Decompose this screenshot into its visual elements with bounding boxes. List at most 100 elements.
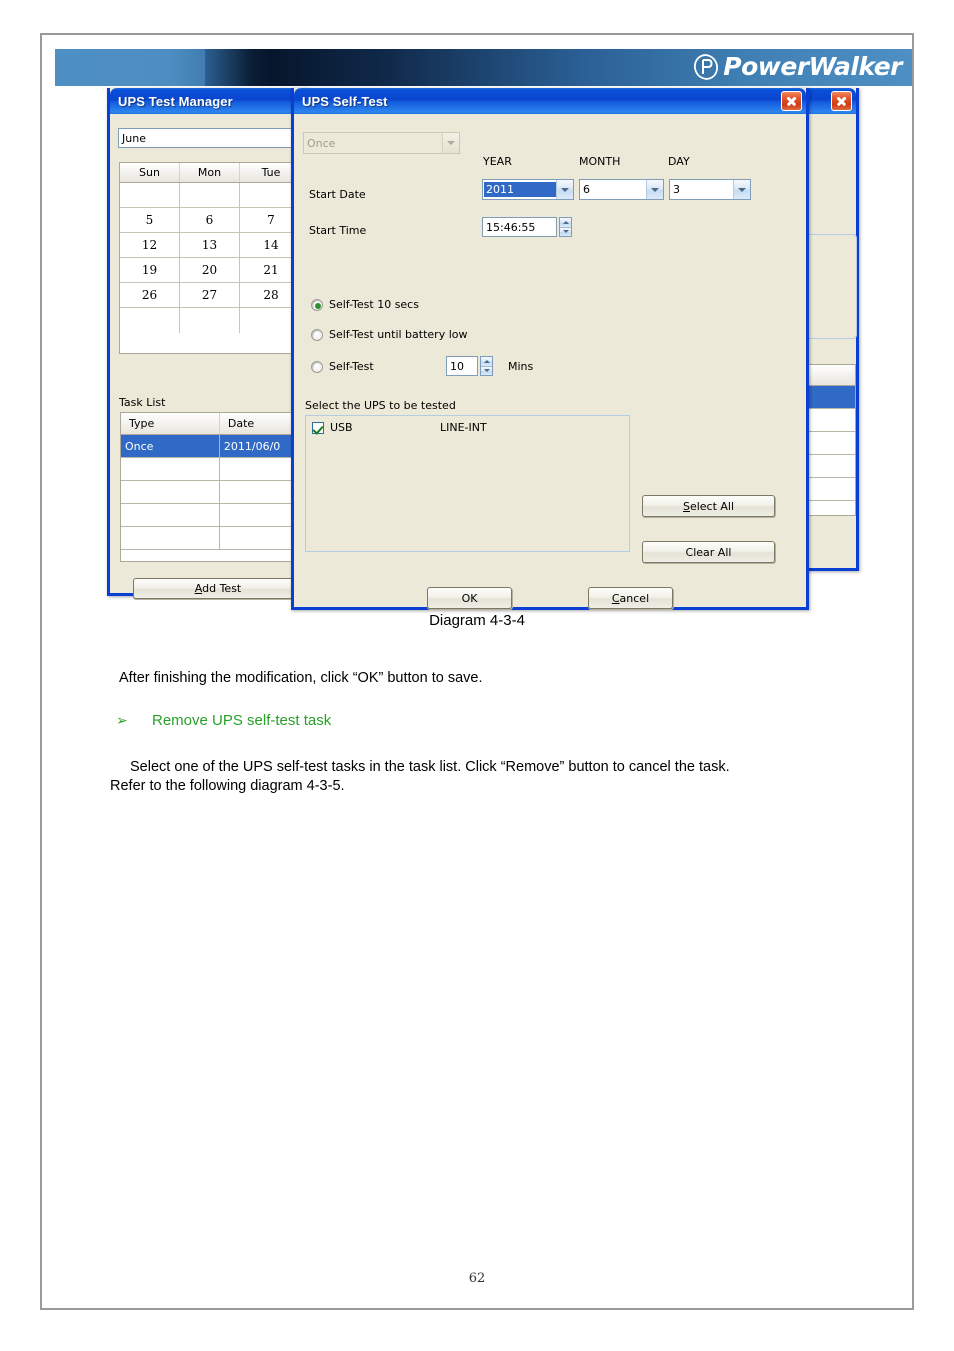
calendar-week-row[interactable]: 19 20 21: [120, 258, 302, 283]
ok-label: OK: [461, 591, 478, 605]
minutes-unit-label: Mins: [508, 360, 534, 373]
chevron-down-icon[interactable]: [733, 180, 750, 199]
calendar-header-sun: Sun: [120, 163, 180, 182]
calendar-week-row[interactable]: 12 13 14: [120, 233, 302, 258]
table-row[interactable]: [121, 458, 302, 481]
stepper-up-icon[interactable]: [560, 218, 571, 228]
ok-button[interactable]: OK: [427, 587, 512, 609]
powerwalker-logo: PowerWalker: [693, 52, 902, 82]
calendar-day-cell[interactable]: 26: [120, 283, 180, 307]
paragraph-remove-line1: Select one of the UPS self-test tasks in…: [130, 759, 730, 775]
minutes-stepper[interactable]: [480, 356, 493, 376]
stepper-down-icon[interactable]: [481, 366, 492, 375]
ups-self-test-dialog[interactable]: UPS Self-Test Once YEAR MONTH DAY Start …: [291, 88, 809, 610]
task-list-header-date: Date: [227, 417, 255, 430]
select-ups-label: Select the UPS to be tested: [305, 399, 456, 412]
select-all-label: Select All: [682, 499, 735, 513]
table-row[interactable]: [121, 527, 302, 550]
calendar-day-cell[interactable]: [120, 308, 180, 333]
cancel-button[interactable]: Cancel: [588, 587, 673, 609]
ups-self-test-body: Once YEAR MONTH DAY Start Date 2011 6 3: [294, 114, 806, 633]
month-column-label: MONTH: [579, 155, 621, 168]
bullet-heading-remove-task: ➢ Remove UPS self-test task: [116, 712, 331, 729]
brand-banner: PowerWalker: [55, 49, 912, 86]
start-time-input[interactable]: 15:46:55: [482, 217, 557, 237]
day-select[interactable]: 3: [669, 179, 751, 200]
checkbox-icon-checked[interactable]: [312, 421, 324, 434]
task-list-header-type: Type: [121, 413, 220, 434]
bullet-arrow-icon: ➢: [116, 712, 128, 728]
month-input[interactable]: June: [118, 128, 303, 148]
close-icon[interactable]: [831, 91, 852, 111]
task-list-table[interactable]: Type Date Once 2011/06/0: [120, 412, 303, 562]
page-number: 62: [468, 1271, 486, 1286]
calendar-day-cell[interactable]: [180, 308, 240, 333]
month-value: June: [122, 131, 146, 145]
stepper-down-icon[interactable]: [560, 227, 571, 236]
minutes-value: 10: [450, 359, 464, 373]
minutes-input[interactable]: 10: [446, 356, 478, 376]
paragraph-after-modification: After finishing the modification, click …: [119, 670, 483, 686]
cancel-label: Cancel: [611, 591, 650, 605]
calendar-header-row: Sun Mon Tue: [120, 163, 302, 183]
radio-icon-selected[interactable]: [311, 298, 323, 311]
start-time-stepper[interactable]: [559, 217, 572, 237]
calendar-day-cell[interactable]: [120, 183, 180, 207]
year-select[interactable]: 2011: [482, 179, 574, 200]
calendar-week-row[interactable]: 5 6 7: [120, 208, 302, 233]
table-row[interactable]: Once 2011/06/0: [121, 435, 302, 458]
day-column-label: DAY: [668, 155, 690, 168]
task-list-label: Task List: [119, 396, 166, 409]
radio-self-test-minutes[interactable]: Self-Test: [311, 360, 374, 373]
frequency-select[interactable]: Once: [303, 132, 460, 154]
calendar-day-cell[interactable]: 12: [120, 233, 180, 257]
radio-label-10-secs: Self-Test 10 secs: [329, 298, 419, 311]
calendar-day-cell[interactable]: 19: [120, 258, 180, 282]
select-all-button[interactable]: Select All: [642, 495, 775, 517]
task-row-date: [220, 527, 302, 549]
task-row-type: [121, 458, 220, 480]
brand-name: PowerWalker: [723, 52, 902, 81]
task-row-type: [121, 504, 220, 526]
clear-all-button[interactable]: Clear All: [642, 541, 775, 563]
ups-test-manager-titlebar[interactable]: UPS Test Manager: [110, 88, 306, 114]
start-time-value: 15:46:55: [486, 220, 536, 234]
chevron-down-icon[interactable]: [646, 180, 663, 199]
year-value: 2011: [484, 182, 556, 197]
calendar-grid[interactable]: Sun Mon Tue 5 6 7 12 13 14 19 20 21 26 2…: [119, 162, 303, 354]
calendar-day-cell[interactable]: 13: [180, 233, 240, 257]
ups-self-test-titlebar[interactable]: UPS Self-Test: [294, 88, 806, 114]
powerwalker-logo-icon: [693, 54, 719, 80]
frequency-value: Once: [307, 136, 336, 150]
calendar-day-cell[interactable]: 6: [180, 208, 240, 232]
table-row[interactable]: [121, 481, 302, 504]
radio-icon[interactable]: [311, 360, 323, 373]
month-value: 6: [583, 183, 590, 196]
ups-list-box[interactable]: USB LINE-INT: [305, 415, 630, 552]
calendar-day-cell[interactable]: 5: [120, 208, 180, 232]
list-item[interactable]: USB LINE-INT: [312, 421, 487, 434]
figure-caption: Diagram 4-3-4: [429, 612, 525, 629]
chevron-down-icon[interactable]: [556, 180, 573, 199]
radio-icon[interactable]: [311, 328, 323, 341]
section-heading: Remove UPS self-test task: [152, 712, 332, 729]
start-date-label: Start Date: [309, 188, 366, 201]
calendar-week-row[interactable]: [120, 308, 302, 333]
add-test-button[interactable]: Add Test: [133, 578, 303, 599]
calendar-week-row[interactable]: [120, 183, 302, 208]
stepper-up-icon[interactable]: [481, 357, 492, 367]
year-column-label: YEAR: [483, 155, 512, 168]
table-row[interactable]: [121, 504, 302, 527]
ups-test-manager-body: June Sun Mon Tue 5 6 7 12 13 14 19 20 21…: [110, 114, 306, 619]
radio-self-test-10-secs[interactable]: Self-Test 10 secs: [311, 298, 419, 311]
calendar-day-cell[interactable]: [180, 183, 240, 207]
close-icon[interactable]: [781, 91, 802, 111]
calendar-week-row[interactable]: 26 27 28: [120, 283, 302, 308]
calendar-day-cell[interactable]: 20: [180, 258, 240, 282]
radio-label-minutes: Self-Test: [329, 360, 374, 373]
chevron-down-icon[interactable]: [442, 133, 459, 153]
month-select[interactable]: 6: [579, 179, 664, 200]
radio-self-test-until-battery-low[interactable]: Self-Test until battery low: [311, 328, 468, 341]
calendar-day-cell[interactable]: 27: [180, 283, 240, 307]
ups-test-manager-window[interactable]: UPS Test Manager June Sun Mon Tue 5 6 7 …: [107, 88, 309, 599]
